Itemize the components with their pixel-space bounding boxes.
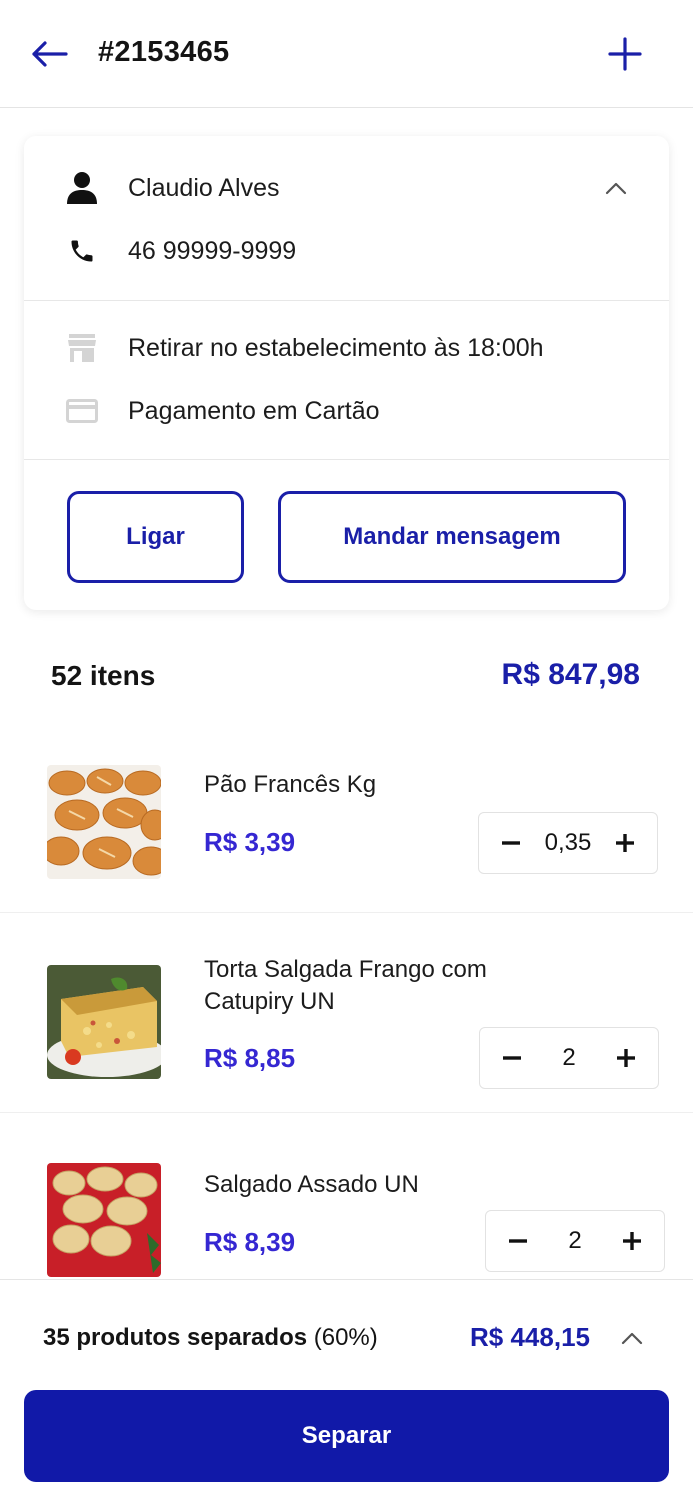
store-icon [64,330,100,366]
separated-total: R$ 448,15 [470,1322,590,1352]
product-image [47,765,161,879]
quantity-stepper: 2 [479,1027,659,1089]
collapse-card-button[interactable] [602,174,630,202]
customer-phone: 46 99999-9999 [128,236,297,265]
arrow-left-icon [32,41,68,67]
product-price: R$ 8,39 [204,1227,296,1257]
customer-phone-row: 46 99999-9999 [24,233,669,269]
bottom-summary-panel: 35 produtos separados (60%) R$ 448,15 Se… [0,1279,693,1500]
separate-button[interactable]: Separar [24,1390,669,1482]
plus-icon [608,37,642,71]
send-message-button[interactable]: Mandar mensagem [278,491,626,583]
payment-info: Pagamento em Cartão [128,396,380,425]
payment-row: Pagamento em Cartão [24,393,669,429]
separated-products-text: 35 produtos separados (60%) [43,1324,378,1352]
decrease-quantity-button[interactable] [504,1227,532,1255]
product-row: Salgado Assado UN R$ 8,39 2 [0,1113,693,1279]
increase-quantity-button[interactable] [618,1227,646,1255]
product-row: Torta Salgada Frango com Catupiry UN R$ … [0,913,693,1112]
product-image [47,965,161,1079]
decrease-quantity-button[interactable] [498,1044,526,1072]
quantity-stepper: 2 [485,1210,665,1272]
credit-card-icon [64,393,100,429]
order-total: R$ 847,98 [501,658,640,691]
product-name: Pão Francês Kg [204,771,377,798]
product-price: R$ 8,85 [204,1043,296,1073]
decrease-quantity-button[interactable] [497,829,525,857]
back-button[interactable] [28,34,70,74]
expand-summary-button[interactable] [618,1324,646,1352]
customer-name: Claudio Alves [128,173,280,202]
quantity-value: 0,35 [544,829,592,856]
add-button[interactable] [604,34,646,74]
call-button[interactable]: Ligar [67,491,244,583]
order-number-title: #2153465 [98,36,230,68]
pickup-row: Retirar no estabelecimento às 18:00h [24,330,669,366]
pickup-info: Retirar no estabelecimento às 18:00h [128,333,544,362]
customer-card: Claudio Alves 46 99999-9999 Retirar no e… [24,136,669,610]
quantity-stepper: 0,35 [478,812,658,874]
minus-icon [503,1056,521,1060]
product-name: Torta Salgada Frango com Catupiry UN [204,956,487,1015]
increase-quantity-button[interactable] [612,1044,640,1072]
customer-name-row: Claudio Alves [24,170,669,206]
minus-icon [509,1239,527,1243]
separated-count: 35 produtos separados [43,1324,308,1351]
plus-icon [616,1049,635,1067]
minus-icon [502,841,520,845]
product-name: Salgado Assado UN [204,1171,419,1198]
increase-quantity-button[interactable] [611,829,639,857]
top-app-bar: #2153465 [0,0,693,108]
card-divider [24,459,669,460]
person-icon [64,170,100,206]
quantity-value: 2 [568,1227,582,1254]
product-price: R$ 3,39 [204,827,296,857]
chevron-up-icon [605,182,627,195]
card-divider [24,300,669,301]
chevron-up-icon [621,1332,643,1345]
plus-icon [616,834,634,852]
quantity-value: 2 [562,1044,576,1071]
product-row: Pão Francês Kg R$ 3,39 0,35 [0,740,693,912]
phone-icon [64,233,100,269]
plus-icon [622,1232,641,1250]
separated-percent: (60%) [307,1324,378,1351]
items-count: 52 itens [51,660,156,691]
product-image [47,1163,161,1277]
order-summary: 52 itens R$ 847,98 [0,650,693,704]
